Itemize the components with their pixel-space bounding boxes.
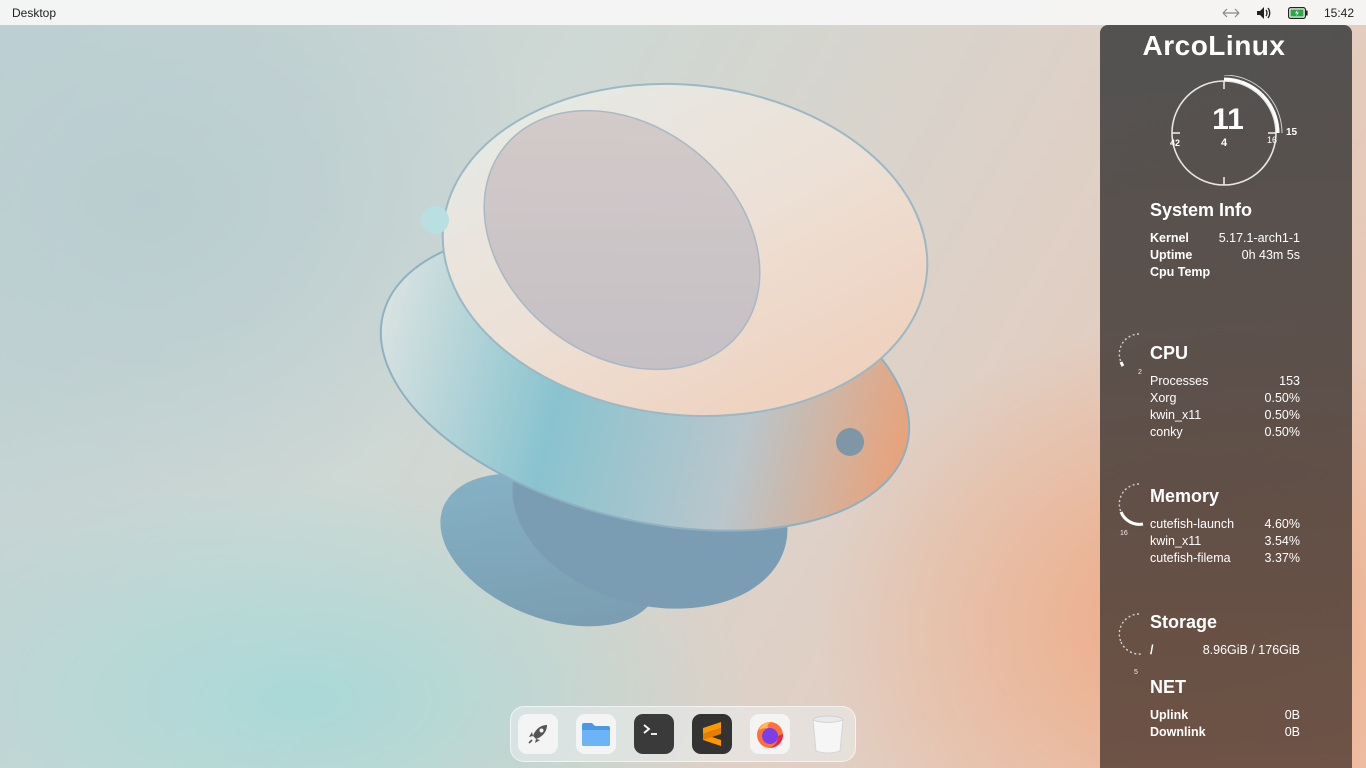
system-info-title: System Info bbox=[1150, 200, 1253, 220]
memory-process-row: cutefish-filema 3.37% bbox=[1150, 551, 1300, 565]
launcher-icon[interactable] bbox=[518, 714, 558, 754]
file-manager-icon[interactable] bbox=[576, 714, 616, 754]
wallpaper-art bbox=[360, 80, 940, 640]
clock-outer-label: 15 bbox=[1286, 127, 1298, 138]
volume-icon[interactable] bbox=[1256, 5, 1272, 21]
memory-process-row: kwin_x11 3.54% bbox=[1150, 534, 1300, 548]
clock-hour: 11 bbox=[1212, 103, 1244, 136]
uptime-row: Uptime 0h 43m 5s bbox=[1150, 248, 1300, 262]
net-title: NET bbox=[1150, 677, 1186, 697]
top-panel: Desktop 15:42 bbox=[0, 0, 1366, 25]
kernel-row: Kernel 5.17.1-arch1-1 bbox=[1150, 231, 1300, 245]
cpu-process-row: conky 0.50% bbox=[1150, 425, 1300, 439]
memory-title: Memory bbox=[1150, 486, 1220, 506]
cpu-process-row: kwin_x11 0.50% bbox=[1150, 408, 1300, 422]
net-downlink-row: Downlink 0B bbox=[1150, 725, 1300, 739]
storage-root-row: / 8.96GiB / 176GiB bbox=[1150, 643, 1300, 657]
conky-clock: 11 4 42 16 15 bbox=[1170, 75, 1297, 191]
active-window-title[interactable]: Desktop bbox=[12, 6, 56, 20]
battery-icon[interactable] bbox=[1287, 5, 1308, 21]
net-uplink-row: Uplink 0B bbox=[1150, 708, 1300, 722]
network-icon[interactable] bbox=[1222, 5, 1240, 21]
cpu-processes-row: Processes 153 bbox=[1150, 374, 1300, 388]
clock-right-label: 16 bbox=[1267, 135, 1278, 145]
storage-gauge-label: 5 bbox=[1134, 669, 1138, 676]
dock bbox=[510, 706, 856, 762]
sublime-text-icon[interactable] bbox=[692, 714, 732, 754]
cpu-title: CPU bbox=[1150, 343, 1189, 363]
memory-gauge-label: 16 bbox=[1120, 530, 1128, 537]
memory-process-row: cutefish-launch 4.60% bbox=[1150, 517, 1300, 531]
distro-brand: ArcoLinux bbox=[1142, 30, 1286, 61]
cpu-process-row: Xorg 0.50% bbox=[1150, 391, 1300, 405]
system-tray: 15:42 bbox=[1222, 5, 1354, 21]
conky-panel: ArcoLinux 11 4 42 16 15 System Info Kern… bbox=[1100, 25, 1352, 768]
storage-title: Storage bbox=[1150, 612, 1218, 632]
cpu-temp-row: Cpu Temp bbox=[1150, 265, 1211, 279]
trash-icon[interactable] bbox=[808, 714, 848, 754]
firefox-icon[interactable] bbox=[750, 714, 790, 754]
cpu-gauge-label: 2 bbox=[1138, 369, 1142, 376]
panel-clock[interactable]: 15:42 bbox=[1324, 6, 1354, 20]
clock-left-label: 42 bbox=[1170, 138, 1181, 148]
clock-minute: 4 bbox=[1220, 137, 1228, 149]
terminal-icon[interactable] bbox=[634, 714, 674, 754]
